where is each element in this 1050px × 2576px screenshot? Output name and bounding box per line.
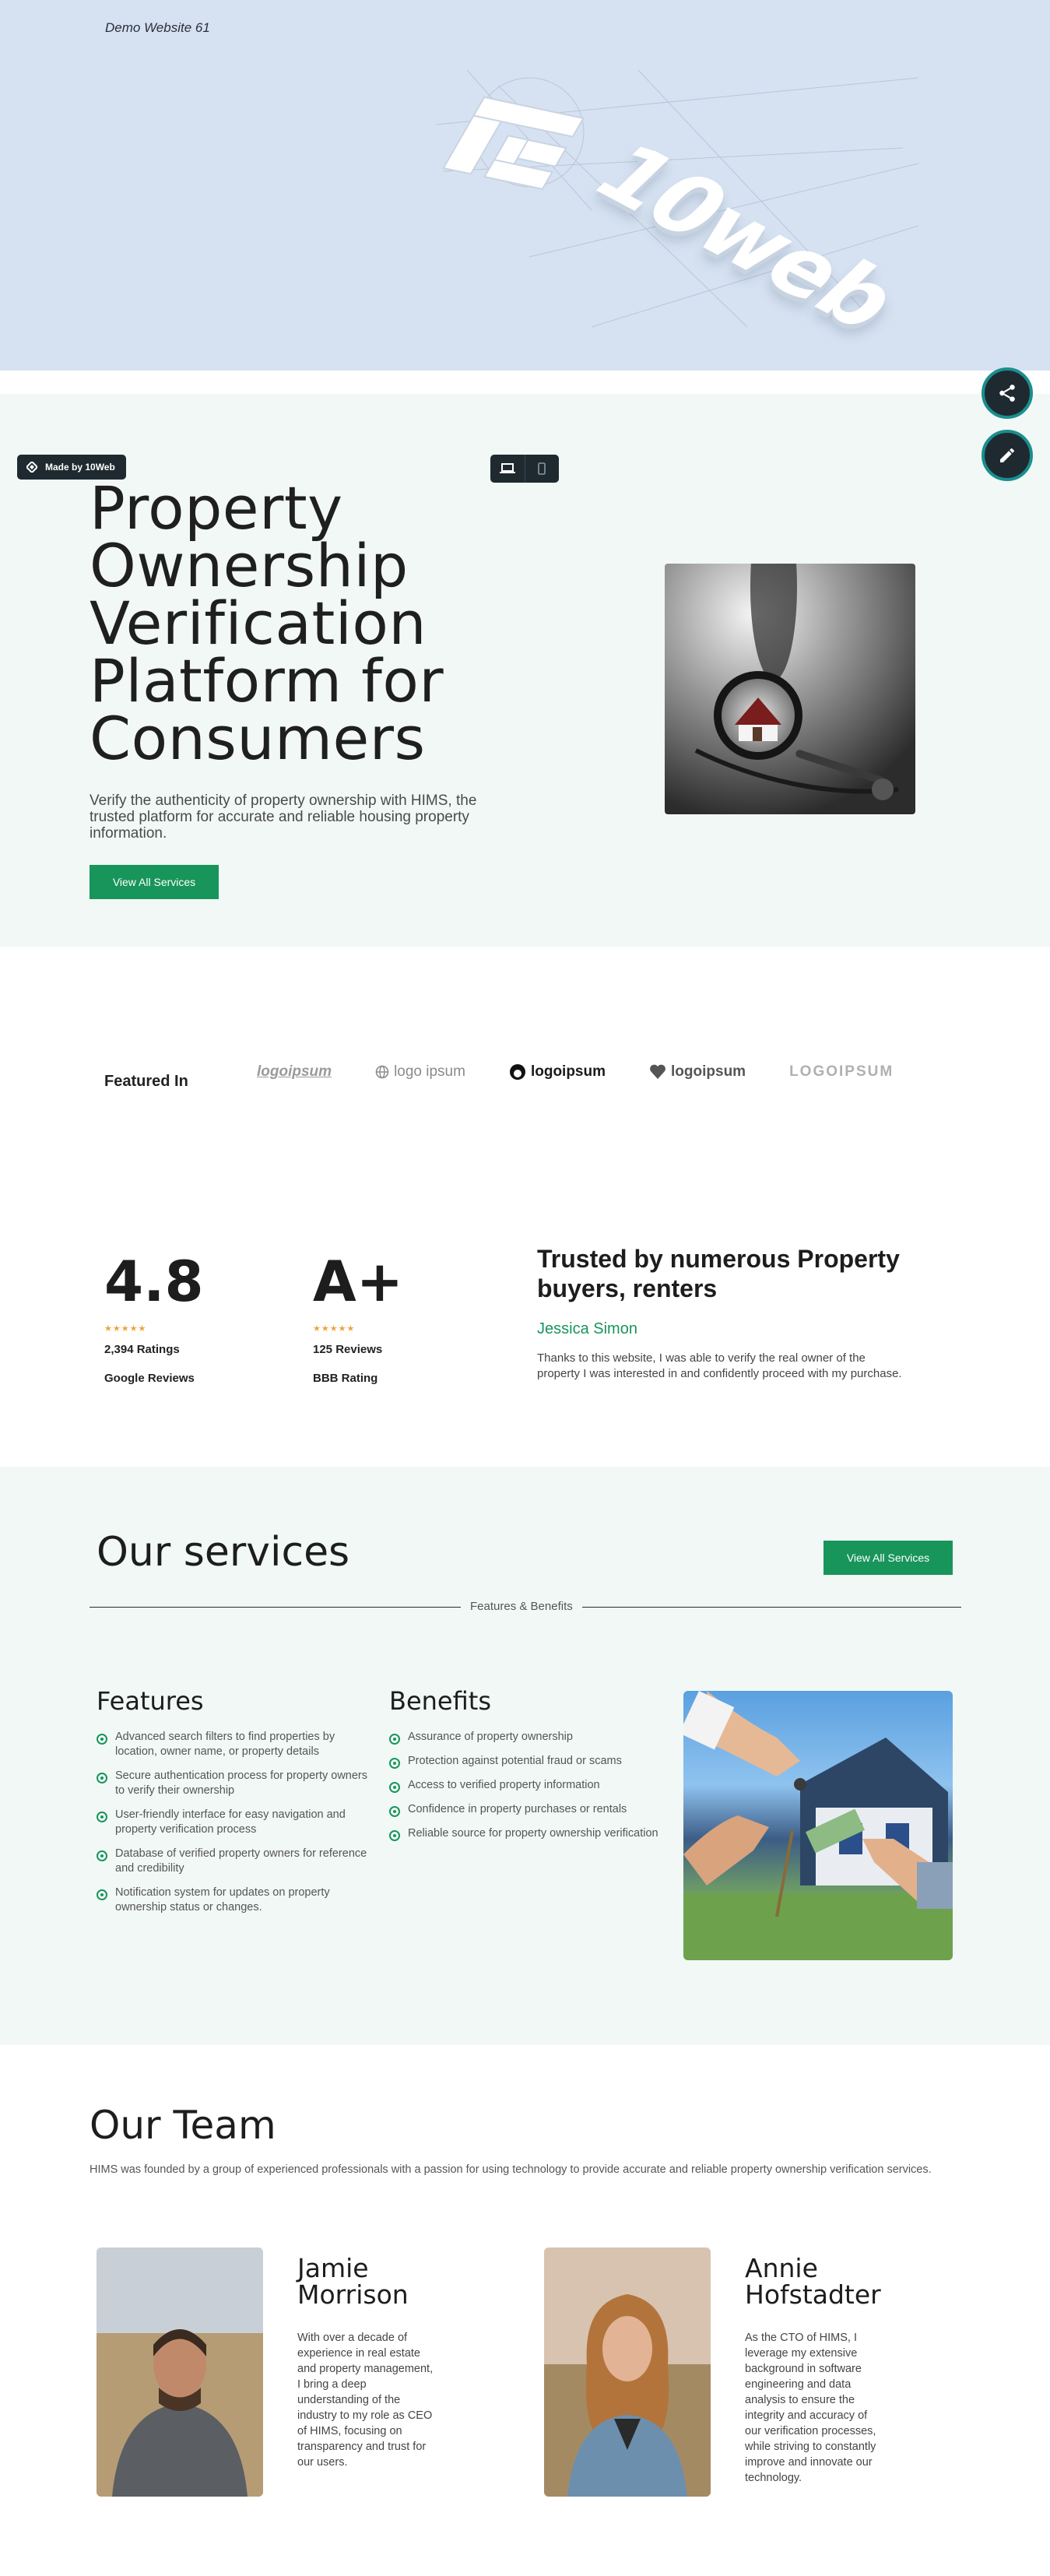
- features-title: Features: [97, 1686, 204, 1716]
- view-all-services-button[interactable]: View All Services: [90, 865, 219, 899]
- desktop-view-button[interactable]: [490, 455, 525, 483]
- edit-button[interactable]: [982, 430, 1033, 481]
- made-by-label: Made by 10Web: [45, 462, 115, 473]
- list-item: Protection against potential fraud or sc…: [389, 1754, 662, 1769]
- rating-value: A+: [313, 1249, 404, 1314]
- services-section: Our services View All Services Features …: [0, 1467, 1050, 2045]
- benefits-title: Benefits: [389, 1686, 491, 1716]
- features-column: Features Advanced search filters to find…: [97, 1686, 369, 1924]
- share-icon: [999, 385, 1015, 402]
- avatar: [97, 2247, 263, 2497]
- member-bio: As the CTO of HIMS, I leverage my extens…: [745, 2332, 876, 2484]
- portrait-photo: [544, 2247, 711, 2497]
- circle-logo-icon: [509, 1064, 525, 1080]
- featured-in-section: Featured In logoipsum logo ipsum logoips…: [0, 947, 1050, 1200]
- check-circle-icon: [389, 1806, 400, 1817]
- testimonial-author: Jessica Simon: [537, 1320, 637, 1337]
- magnifier-house-key-photo: [694, 564, 899, 800]
- check-circle-icon: [389, 1758, 400, 1769]
- heart-logo-icon: [650, 1064, 665, 1079]
- hero-lead: Verify the authenticity of property owne…: [90, 792, 477, 842]
- list-item: Database of verified property owners for…: [97, 1847, 369, 1876]
- star-rating-icon: ★★★★★: [313, 1324, 356, 1334]
- list-item: Notification system for updates on prope…: [97, 1885, 369, 1915]
- phone-icon: [538, 462, 546, 475]
- member-bio: With over a decade of experience in real…: [297, 2332, 434, 2469]
- featured-logo: logo ipsum: [375, 1063, 465, 1081]
- list-item: User-friendly interface for easy navigat…: [97, 1808, 369, 1837]
- check-circle-icon: [389, 1782, 400, 1793]
- featured-logo: logoipsum: [649, 1063, 746, 1081]
- tenweb-mark-icon: [26, 462, 37, 473]
- features-list: Advanced search filters to find properti…: [97, 1730, 369, 1915]
- rating-count: 125 Reviews: [313, 1343, 383, 1356]
- tenweb-brand-graphic: 10web: [436, 70, 921, 346]
- bbb-rating-stat: A+ ★★★★★ 125 Reviews BBB Rating: [313, 1250, 403, 1385]
- list-item: Secure authentication process for proper…: [97, 1769, 369, 1798]
- services-image: [683, 1691, 953, 1960]
- featured-logos: logoipsum logo ipsum logoipsum logoipsum…: [257, 1063, 894, 1081]
- list-item: Reliable source for property ownership v…: [389, 1826, 662, 1841]
- check-circle-icon: [97, 1734, 107, 1745]
- featured-logo: logoipsum: [509, 1063, 606, 1081]
- check-circle-icon: [389, 1830, 400, 1841]
- laptop-icon: [499, 463, 515, 473]
- testimonial-quote: Thanks to this website, I was able to ve…: [537, 1351, 902, 1380]
- rating-source: BBB Rating: [313, 1372, 378, 1385]
- check-circle-icon: [97, 1850, 107, 1861]
- device-toggle: [490, 455, 559, 483]
- featured-logo: LOGOIPSUM: [789, 1063, 894, 1080]
- check-circle-icon: [97, 1889, 107, 1900]
- list-item: Confidence in property purchases or rent…: [389, 1802, 662, 1817]
- testimonial-heading: Trusted by numerous Property buyers, ren…: [537, 1245, 900, 1302]
- member-name: Annie Hofstadter: [745, 2253, 881, 2310]
- team-title: Our Team: [90, 2103, 276, 2148]
- check-circle-icon: [97, 1812, 107, 1822]
- services-title: Our services: [97, 1529, 350, 1576]
- check-circle-icon: [389, 1734, 400, 1745]
- benefits-list: Assurance of property ownership Protecti…: [389, 1730, 662, 1841]
- star-rating-icon: ★★★★★: [104, 1324, 147, 1334]
- google-rating-stat: 4.8 ★★★★★ 2,394 Ratings Google Reviews: [104, 1250, 204, 1385]
- team-section: Our Team HIMS was founded by a group of …: [0, 2045, 1050, 2574]
- check-circle-icon: [97, 1773, 107, 1784]
- team-intro: HIMS was founded by a group of experienc…: [90, 2163, 932, 2176]
- testimonial: Trusted by numerous Property buyers, ren…: [537, 1244, 950, 1382]
- featured-logo: logoipsum: [257, 1063, 332, 1080]
- list-item: Advanced search filters to find properti…: [97, 1730, 369, 1759]
- globe-icon: [375, 1065, 389, 1079]
- hero-image: [665, 564, 915, 814]
- hero-section: Made by 10Web Property Ownership Verific…: [0, 394, 1050, 947]
- share-button[interactable]: [982, 367, 1033, 419]
- featured-in-label: Featured In: [104, 1073, 188, 1090]
- member-name: Jamie Morrison: [297, 2253, 409, 2310]
- pencil-icon: [1000, 448, 1014, 462]
- rating-count: 2,394 Ratings: [104, 1343, 180, 1356]
- hero-title: Property Ownership Verification Platform…: [90, 473, 444, 773]
- rating-source: Google Reviews: [104, 1372, 195, 1385]
- benefits-column: Benefits Assurance of property ownership…: [389, 1686, 662, 1850]
- mobile-view-button[interactable]: [524, 455, 560, 483]
- demo-website-title: Demo Website 61: [105, 20, 210, 35]
- avatar: [544, 2247, 711, 2497]
- portrait-photo: [97, 2247, 263, 2497]
- list-item: Assurance of property ownership: [389, 1730, 662, 1745]
- demo-banner: Demo Website 61 10web: [0, 0, 1050, 371]
- divider-label: Features & Benefits: [461, 1600, 582, 1613]
- ratings-section: 4.8 ★★★★★ 2,394 Ratings Google Reviews A…: [0, 1200, 1050, 1467]
- list-item: Access to verified property information: [389, 1778, 662, 1793]
- rating-value: 4.8: [104, 1249, 204, 1314]
- services-view-all-button[interactable]: View All Services: [823, 1541, 953, 1575]
- key-handover-photo: [683, 1691, 953, 1960]
